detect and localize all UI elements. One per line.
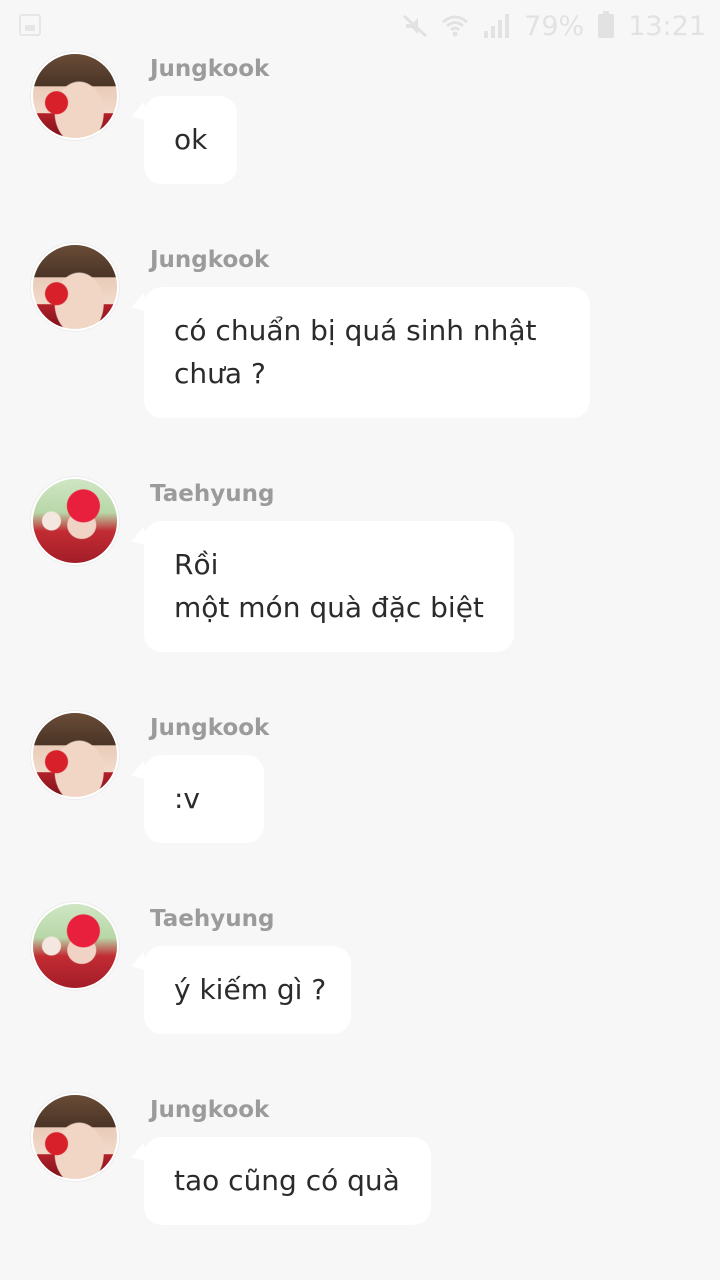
sender-name: Jungkook <box>150 1097 270 1123</box>
message-bubble[interactable]: :v <box>144 755 264 843</box>
status-bar: 79% 13:21 <box>0 0 720 52</box>
gallery-icon <box>19 14 41 36</box>
signal-icon <box>482 14 510 38</box>
message-bubble[interactable]: ý kiếm gì ? <box>144 946 351 1034</box>
message-text: một món quà đặc biệt <box>174 591 484 624</box>
jungkook-avatar[interactable] <box>31 711 119 799</box>
message-text: chưa ? <box>174 357 266 390</box>
status-icons: 79% 13:21 <box>402 8 706 44</box>
message-bubble[interactable]: Rồi một món quà đặc biệt <box>144 521 514 652</box>
battery-percent: 79% <box>524 10 585 42</box>
jungkook-avatar[interactable] <box>31 52 119 140</box>
message-bubble[interactable]: tao cũng có quà <box>144 1137 431 1225</box>
taehyung-avatar[interactable] <box>31 902 119 990</box>
message-text: :v <box>174 782 201 815</box>
sender-name: Jungkook <box>150 56 270 82</box>
message-bubble[interactable]: ok <box>144 96 238 184</box>
sender-name: Taehyung <box>150 481 275 507</box>
message-text: Rồi <box>174 548 219 581</box>
taehyung-avatar[interactable] <box>31 477 119 565</box>
sender-name: Taehyung <box>150 906 275 932</box>
sender-name: Jungkook <box>150 247 270 273</box>
sender-name: Jungkook <box>150 715 270 741</box>
jungkook-avatar[interactable] <box>31 243 119 331</box>
message-text: tao cũng có quà <box>174 1164 400 1197</box>
battery-icon <box>598 11 615 38</box>
message-text: ok <box>174 123 208 156</box>
jungkook-avatar[interactable] <box>31 1093 119 1181</box>
mute-icon <box>402 14 428 38</box>
wifi-icon <box>442 15 469 37</box>
message-bubble[interactable]: có chuẩn bị quá sinh nhật chưa ? <box>144 287 590 418</box>
message-text: có chuẩn bị quá sinh nhật <box>174 314 537 347</box>
message-text: ý kiếm gì ? <box>174 973 327 1006</box>
clock: 13:21 <box>628 10 706 42</box>
